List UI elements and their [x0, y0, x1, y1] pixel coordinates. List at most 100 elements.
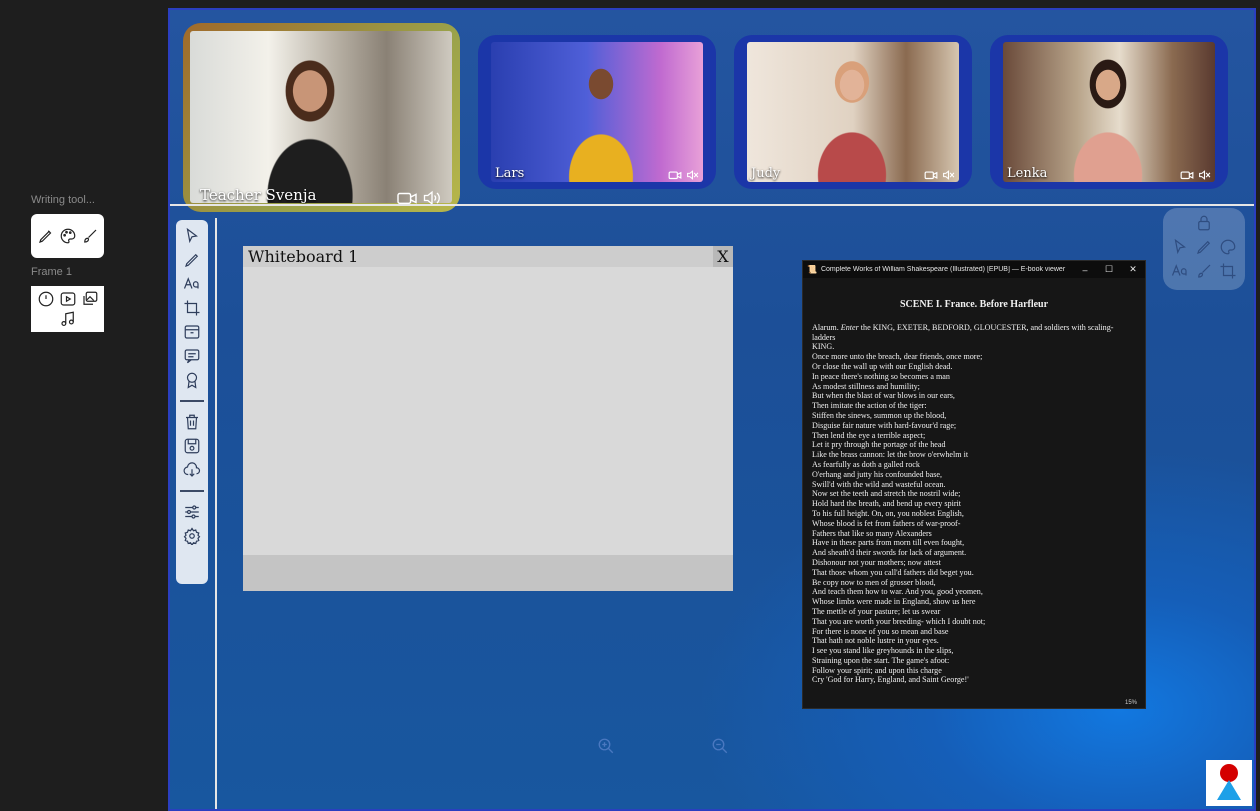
music-icon: [60, 311, 74, 326]
archive-icon: [184, 325, 200, 339]
select-icon: [186, 227, 198, 244]
whiteboard-close-button[interactable]: X: [713, 246, 733, 267]
verse-line: Like the brass cannon: let the brow o'er…: [812, 450, 969, 460]
student-video: [747, 42, 959, 182]
gear-icon: [183, 527, 201, 545]
zoom-in-icon[interactable]: [597, 737, 615, 755]
whiteboard-titlebar[interactable]: Whiteboard 1 X: [243, 246, 733, 267]
verse-line: O'erhang and jutty his confounded base,: [812, 469, 943, 479]
teacher-video-tile[interactable]: Teacher Svenja: [183, 23, 460, 212]
verse-line: As fearfully as doth a galled rock: [812, 459, 920, 469]
camera-icon[interactable]: [924, 169, 938, 181]
close-button[interactable]: ✕: [1121, 264, 1145, 275]
select-tool[interactable]: [180, 224, 204, 248]
lock-icon[interactable]: [1195, 214, 1213, 232]
palette-icon: [60, 228, 75, 244]
cloud-download-icon: [183, 462, 201, 477]
student-figure: [561, 52, 641, 182]
badge-tool[interactable]: [180, 368, 204, 392]
trash-icon: [186, 414, 198, 430]
whiteboard-window[interactable]: Whiteboard 1 X: [243, 246, 733, 591]
verse-line: Now set the teeth and stretch the nostri…: [812, 489, 961, 499]
frame-card[interactable]: [31, 286, 104, 332]
verse-line: Swill'd with the wild and wasteful ocean…: [812, 479, 946, 489]
verse-line: Stiffen the sinews, summon up the blood,: [812, 410, 947, 420]
student-figure: [1063, 50, 1153, 182]
scene-heading: SCENE I. France. Before Harfleur: [899, 299, 1049, 310]
student-tile-lenka[interactable]: Lenka: [990, 35, 1228, 189]
frame-label[interactable]: Frame 1: [31, 266, 72, 278]
pen-icon[interactable]: [1195, 238, 1213, 256]
divider-horizontal: [170, 204, 1254, 206]
adjust-button[interactable]: [180, 500, 204, 524]
palette-icon[interactable]: [1219, 238, 1237, 256]
writing-tools-card[interactable]: [31, 214, 104, 258]
student-video: [1003, 42, 1215, 182]
camera-icon[interactable]: [668, 169, 682, 181]
student-tile-judy[interactable]: Judy: [734, 35, 972, 189]
verse-line: Or close the wall up with our English de…: [812, 361, 953, 371]
speaker-muted-icon[interactable]: [942, 169, 955, 181]
pencil-icon: [38, 230, 51, 243]
writing-tools-label[interactable]: Writing tool...: [31, 194, 95, 206]
pen-tool[interactable]: [180, 248, 204, 272]
pointer-icon[interactable]: [1171, 238, 1189, 256]
verse-line: Be copy now to men of grosser blood,: [812, 577, 936, 587]
verse-line: That hath not noble lustre in your eyes.: [812, 636, 939, 646]
verse-line: The mettle of your pasture; let us swear: [812, 606, 941, 616]
crop-tool[interactable]: [180, 296, 204, 320]
student-tile-lars[interactable]: Lars: [478, 35, 716, 189]
logo-icon: [1217, 764, 1241, 800]
stage-enter: Enter: [840, 322, 859, 332]
teacher-figure: [250, 46, 370, 203]
student-name: Judy: [751, 166, 781, 181]
verse-line: Follow your spirit; and upon this charge: [812, 665, 942, 675]
divider-vertical: [215, 218, 217, 809]
speaker-muted-icon[interactable]: [1198, 169, 1211, 181]
toolbar-separator: [180, 400, 204, 402]
stage-prefix: Alarum.: [812, 322, 841, 332]
student-name: Lenka: [1007, 166, 1048, 181]
verse-line: In peace there's nothing so becomes a ma…: [812, 371, 950, 381]
layers-panel: Writing tool... Frame 1: [0, 0, 168, 811]
verse-line: Disguise fair nature with hard-favour'd …: [812, 420, 957, 430]
verse-line: Have in these parts from morn till even …: [812, 538, 965, 548]
brush-icon[interactable]: [1195, 262, 1213, 280]
verse-line: And teach them how to war. And you, good…: [812, 587, 983, 597]
text-tool[interactable]: [180, 272, 204, 296]
save-button[interactable]: [180, 434, 204, 458]
verse-line: Whose limbs were made in England, show u…: [812, 597, 976, 607]
verse-line: But when the blast of war blows in our e…: [812, 391, 955, 401]
crop-icon[interactable]: [1219, 262, 1237, 280]
stage-direction: Alarum. Enter the KING, EXETER, BEDFORD,…: [812, 323, 1136, 343]
student-figure: [807, 50, 897, 182]
speaker-muted-icon[interactable]: [686, 169, 699, 181]
reading-progress: 15%: [1124, 700, 1137, 706]
verse-line: Then lend the eye a terrible aspect;: [812, 430, 926, 440]
camera-icon[interactable]: [1180, 169, 1194, 181]
verse-line: Hold hard the breath, and bend up every …: [812, 499, 962, 509]
minimize-button[interactable]: –: [1073, 265, 1097, 275]
ebook-content[interactable]: SCENE I. France. Before Harfleur Alarum.…: [803, 300, 1145, 685]
comment-icon: [184, 349, 200, 364]
text-icon[interactable]: [1171, 262, 1189, 280]
ebook-viewer-window[interactable]: 📜 Complete Works of William Shakespeare …: [802, 260, 1146, 709]
teacher-name: Teacher Svenja: [200, 186, 317, 204]
comment-tool[interactable]: [180, 344, 204, 368]
maximize-button[interactable]: ☐: [1097, 264, 1121, 275]
crop-icon: [184, 300, 200, 316]
settings-button[interactable]: [180, 524, 204, 548]
zoom-out-icon[interactable]: [711, 737, 729, 755]
verse-line: Cry 'God for Harry, England, and Saint G…: [812, 675, 969, 685]
whiteboard-canvas[interactable]: [243, 267, 733, 555]
verse-line: Then imitate the action of the tiger:: [812, 401, 927, 411]
text-icon: [183, 277, 199, 289]
verse-line: Let it pry through the portage of the he…: [812, 440, 946, 450]
brush-icon: [83, 229, 96, 243]
verse-line: Once more unto the breach, dear friends,…: [812, 352, 983, 362]
ebook-titlebar[interactable]: 📜 Complete Works of William Shakespeare …: [803, 261, 1145, 278]
delete-button[interactable]: [180, 410, 204, 434]
verse-line: For there is none of you so mean and bas…: [812, 626, 949, 636]
archive-tool[interactable]: [180, 320, 204, 344]
download-button[interactable]: [180, 458, 204, 482]
